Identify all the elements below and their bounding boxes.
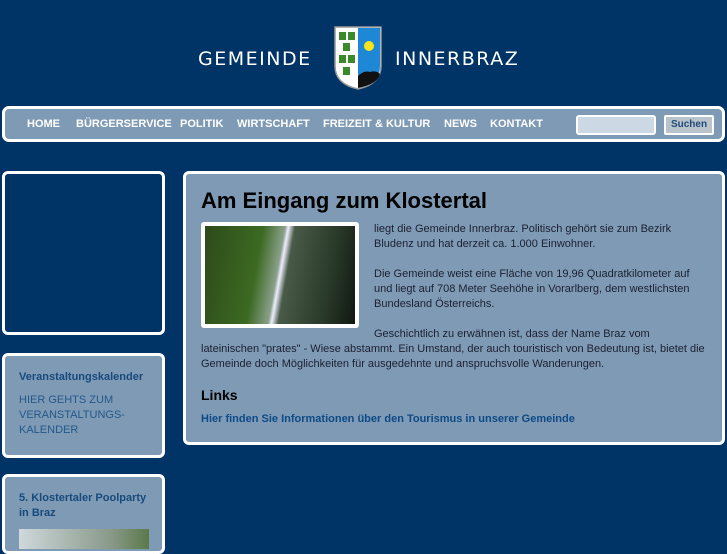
nav-home[interactable]: HOME	[27, 118, 60, 130]
nav-politik[interactable]: POLITIK	[180, 118, 223, 130]
site-logo[interactable]: GEMEINDE INNERBRAZ	[198, 26, 530, 90]
logo-word-innerbraz: INNERBRAZ	[395, 48, 520, 70]
coat-of-arms-icon	[334, 26, 382, 90]
calendar-box: Veranstaltungskalender HIER GEHTS ZUM VE…	[2, 353, 165, 458]
sidebar-empty-box	[2, 171, 165, 335]
search-input[interactable]	[576, 115, 656, 135]
links-heading: Links	[201, 387, 238, 403]
main-nav: HOME BÜRGERSERVICE POLITIK WIRTSCHAFT FR…	[2, 106, 725, 142]
main-content: Am Eingang zum Klostertal liegt die Geme…	[183, 171, 725, 445]
nav-wirtschaft[interactable]: WIRTSCHAFT	[237, 118, 310, 130]
nav-news[interactable]: NEWS	[444, 118, 477, 130]
search-button[interactable]: Suchen	[664, 115, 714, 135]
nav-kontakt[interactable]: KONTAKT	[490, 118, 543, 130]
calendar-title[interactable]: Veranstaltungskalender	[19, 370, 148, 385]
waterfall-image	[201, 222, 359, 328]
nav-freizeit-kultur[interactable]: FREIZEIT & KULTUR	[323, 118, 430, 130]
calendar-link[interactable]: HIER GEHTS ZUM VERANSTALTUNGS-KALENDER	[19, 393, 148, 438]
paragraph: Geschichtlich zu erwähnen ist, dass der …	[201, 328, 705, 370]
event-image[interactable]	[19, 529, 149, 549]
tourism-link[interactable]: Hier finden Sie Informationen über den T…	[201, 413, 575, 425]
event-box: 5. Klostertaler Poolparty in Braz	[2, 474, 165, 554]
nav-buergerservice[interactable]: BÜRGERSERVICE	[76, 118, 172, 130]
logo-word-gemeinde: GEMEINDE	[198, 48, 312, 70]
page-title: Am Eingang zum Klostertal	[201, 188, 488, 213]
event-title[interactable]: 5. Klostertaler Poolparty in Braz	[19, 491, 148, 521]
